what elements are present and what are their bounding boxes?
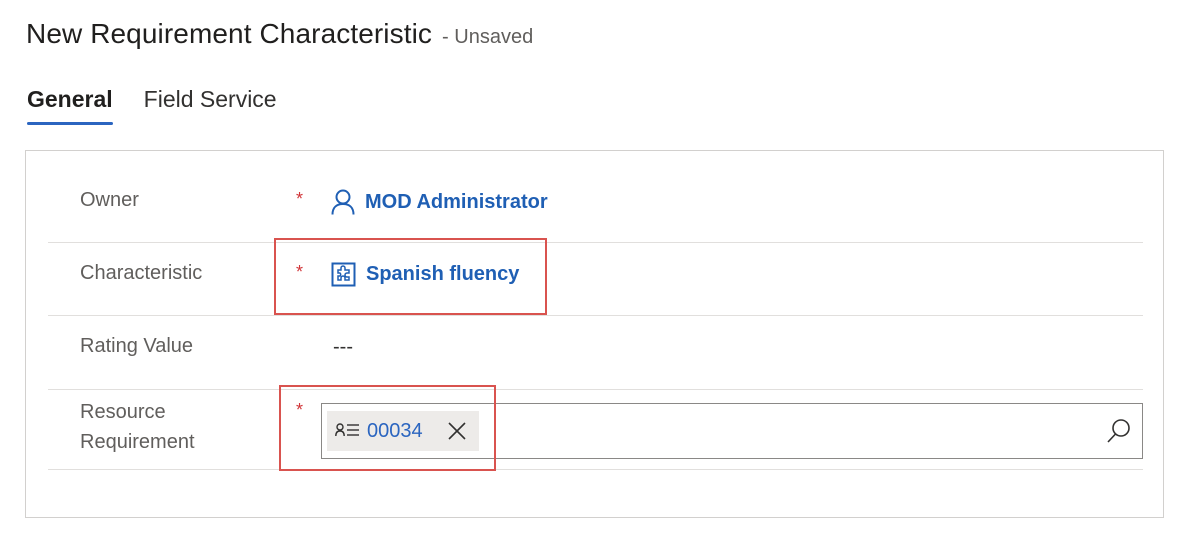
characteristic-highlight-box bbox=[274, 238, 547, 315]
owner-label: Owner bbox=[80, 189, 139, 211]
owner-row: Owner * MOD Administrator bbox=[48, 151, 1143, 243]
tab-field-service[interactable]: Field Service bbox=[144, 86, 277, 113]
tab-general[interactable]: General bbox=[27, 86, 113, 125]
resource-requirement-highlight-box bbox=[279, 385, 496, 471]
resource-requirement-label-line2: Requirement bbox=[80, 431, 195, 453]
user-icon bbox=[331, 189, 355, 215]
page-title: New Requirement Characteristic bbox=[26, 18, 433, 49]
resource-requirement-row: Resource Requirement * 00034 bbox=[48, 390, 1143, 470]
rating-value-field[interactable]: --- bbox=[333, 336, 353, 359]
resource-requirement-label-line1: Resource bbox=[80, 401, 166, 423]
form-tabs: General Field Service bbox=[27, 86, 277, 125]
active-tab-indicator bbox=[27, 122, 113, 125]
resource-requirement-label: Resource Requirement bbox=[80, 397, 195, 457]
general-section: Owner * MOD Administrator Characteristic… bbox=[25, 150, 1164, 518]
rating-value-row: Rating Value --- bbox=[48, 316, 1143, 390]
rating-value-label: Rating Value bbox=[80, 335, 194, 357]
owner-lookup-link[interactable]: MOD Administrator bbox=[331, 189, 548, 215]
page-header: New Requirement Characteristic - Unsaved bbox=[26, 18, 533, 50]
save-status: - Unsaved bbox=[442, 26, 534, 48]
tab-field-service-label: Field Service bbox=[143, 86, 277, 112]
owner-required-marker: * bbox=[296, 189, 304, 209]
characteristic-row: Characteristic * Spanish fluency bbox=[48, 243, 1143, 316]
owner-value: MOD Administrator bbox=[365, 190, 548, 213]
tab-general-label: General bbox=[27, 86, 113, 112]
characteristic-label: Characteristic bbox=[80, 262, 203, 284]
search-icon[interactable] bbox=[1106, 418, 1132, 444]
